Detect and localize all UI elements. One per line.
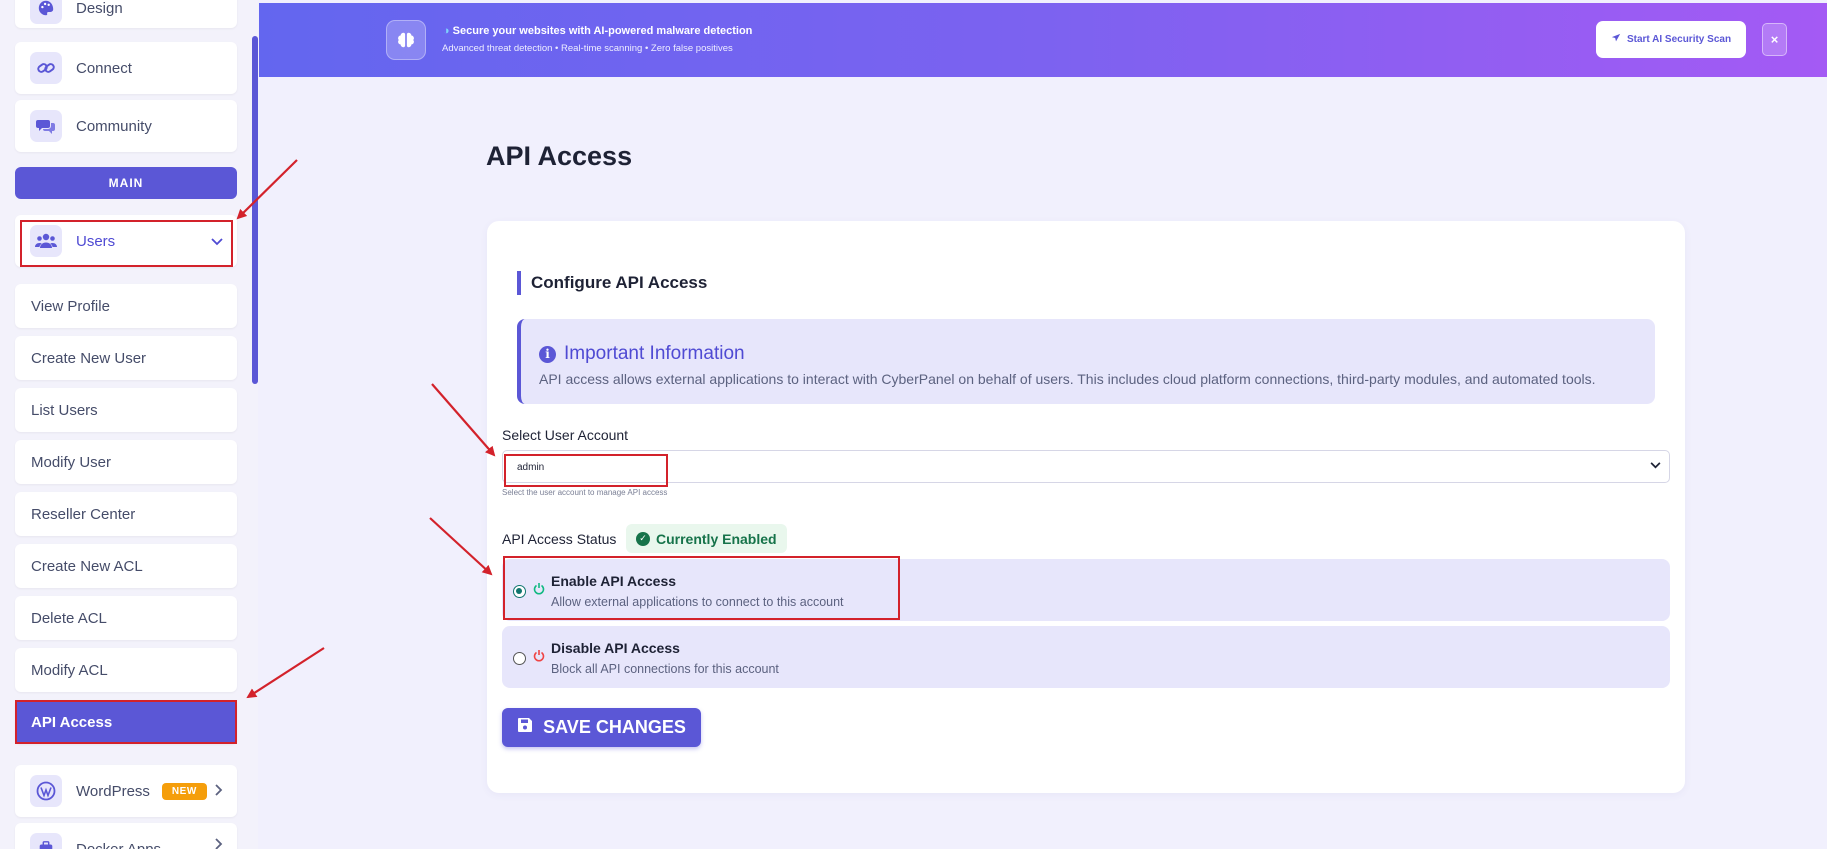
annotation-arrow bbox=[431, 383, 496, 457]
wordpress-icon bbox=[30, 775, 62, 807]
info-icon: i bbox=[539, 345, 556, 363]
start-ai-security-scan-button[interactable]: Start AI Security Scan bbox=[1596, 21, 1746, 58]
chevron-right-icon bbox=[215, 837, 223, 849]
sidebar-item-design[interactable]: Design bbox=[15, 0, 237, 28]
annotation-box-users bbox=[20, 220, 233, 267]
docker-icon bbox=[30, 833, 62, 849]
link-icon bbox=[30, 52, 62, 84]
sidebar-item-delete-acl[interactable]: Delete ACL bbox=[15, 596, 237, 640]
disable-api-radio[interactable] bbox=[513, 652, 526, 665]
banner-title-text: Secure your websites with AI-powered mal… bbox=[452, 25, 753, 37]
check-circle-icon: ✓ bbox=[636, 531, 650, 546]
info-box: i Important Information API access allow… bbox=[517, 319, 1655, 404]
scan-button-label: Start AI Security Scan bbox=[1626, 34, 1732, 45]
status-label: API Access Status bbox=[502, 531, 617, 547]
sidebar-scrollbar[interactable] bbox=[252, 36, 258, 384]
banner-subtitle: Advanced threat detection • Real-time sc… bbox=[442, 43, 733, 54]
save-changes-button[interactable]: SAVE CHANGES bbox=[502, 708, 701, 747]
chevron-right-icon bbox=[215, 783, 223, 799]
annotation-box-enable-option bbox=[503, 556, 900, 620]
info-text: API access allows external applications … bbox=[539, 371, 1596, 387]
sidebar-item-create-new-user[interactable]: Create New User bbox=[15, 336, 237, 380]
chevron-down-icon bbox=[1650, 458, 1661, 472]
info-title-text: Important Information bbox=[564, 343, 745, 364]
palette-icon bbox=[30, 0, 62, 24]
brain-icon bbox=[386, 20, 426, 60]
power-icon bbox=[533, 649, 545, 665]
sidebar-item-docker-apps[interactable]: Docker Apps bbox=[15, 823, 237, 849]
sidebar-item-wordpress[interactable]: WordPress NEW bbox=[15, 765, 237, 817]
section-label-main: MAIN bbox=[15, 167, 237, 199]
status-badge: ✓ Currently Enabled bbox=[626, 524, 787, 553]
select-user-label: Select User Account bbox=[502, 427, 629, 443]
shield-icon: ◑ bbox=[443, 25, 450, 37]
save-button-label: SAVE CHANGES bbox=[543, 717, 686, 737]
banner-close-button[interactable]: × bbox=[1762, 23, 1787, 56]
sidebar-item-modify-user[interactable]: Modify User bbox=[15, 440, 237, 484]
status-badge-text: Currently Enabled bbox=[656, 530, 777, 547]
sidebar-item-label: WordPress bbox=[76, 782, 150, 800]
sidebar-item-label: Docker Apps bbox=[76, 841, 161, 849]
annotation-box-select bbox=[504, 454, 668, 487]
sidebar-item-label: Design bbox=[76, 0, 123, 17]
sidebar-item-modify-acl[interactable]: Modify ACL bbox=[15, 648, 237, 692]
annotation-box-api-access bbox=[15, 700, 237, 744]
api-access-card: Configure API Access i Important Informa… bbox=[487, 221, 1685, 793]
save-icon bbox=[517, 717, 533, 738]
option-title: Disable API Access bbox=[551, 640, 680, 656]
option-desc: Block all API connections for this accou… bbox=[551, 662, 779, 676]
banner-title: ◑ Secure your websites with AI-powered ma… bbox=[443, 25, 752, 37]
comments-icon bbox=[30, 110, 62, 142]
new-badge: NEW bbox=[161, 782, 207, 800]
annotation-arrow bbox=[246, 647, 325, 699]
sidebar-item-label: Community bbox=[76, 117, 152, 135]
disable-api-option[interactable]: Disable API Access Block all API connect… bbox=[502, 626, 1670, 688]
sidebar-item-view-profile[interactable]: View Profile bbox=[15, 284, 237, 328]
select-hint: Select the user account to manage API ac… bbox=[502, 488, 668, 497]
sidebar-item-list-users[interactable]: List Users bbox=[15, 388, 237, 432]
page-title: API Access bbox=[486, 141, 633, 171]
annotation-arrow bbox=[429, 517, 493, 576]
sidebar-item-community[interactable]: Community bbox=[15, 100, 237, 152]
promo-banner: ◑ Secure your websites with AI-powered ma… bbox=[259, 3, 1827, 77]
card-title: Configure API Access bbox=[517, 271, 707, 295]
sidebar-item-reseller-center[interactable]: Reseller Center bbox=[15, 492, 237, 536]
sidebar-item-create-new-acl[interactable]: Create New ACL bbox=[15, 544, 237, 588]
user-account-select[interactable]: admin bbox=[502, 450, 1670, 483]
sidebar-item-label: Connect bbox=[76, 59, 132, 77]
rocket-icon bbox=[1611, 33, 1621, 46]
sidebar-item-connect[interactable]: Connect bbox=[15, 42, 237, 94]
info-title: i Important Information bbox=[539, 343, 745, 365]
